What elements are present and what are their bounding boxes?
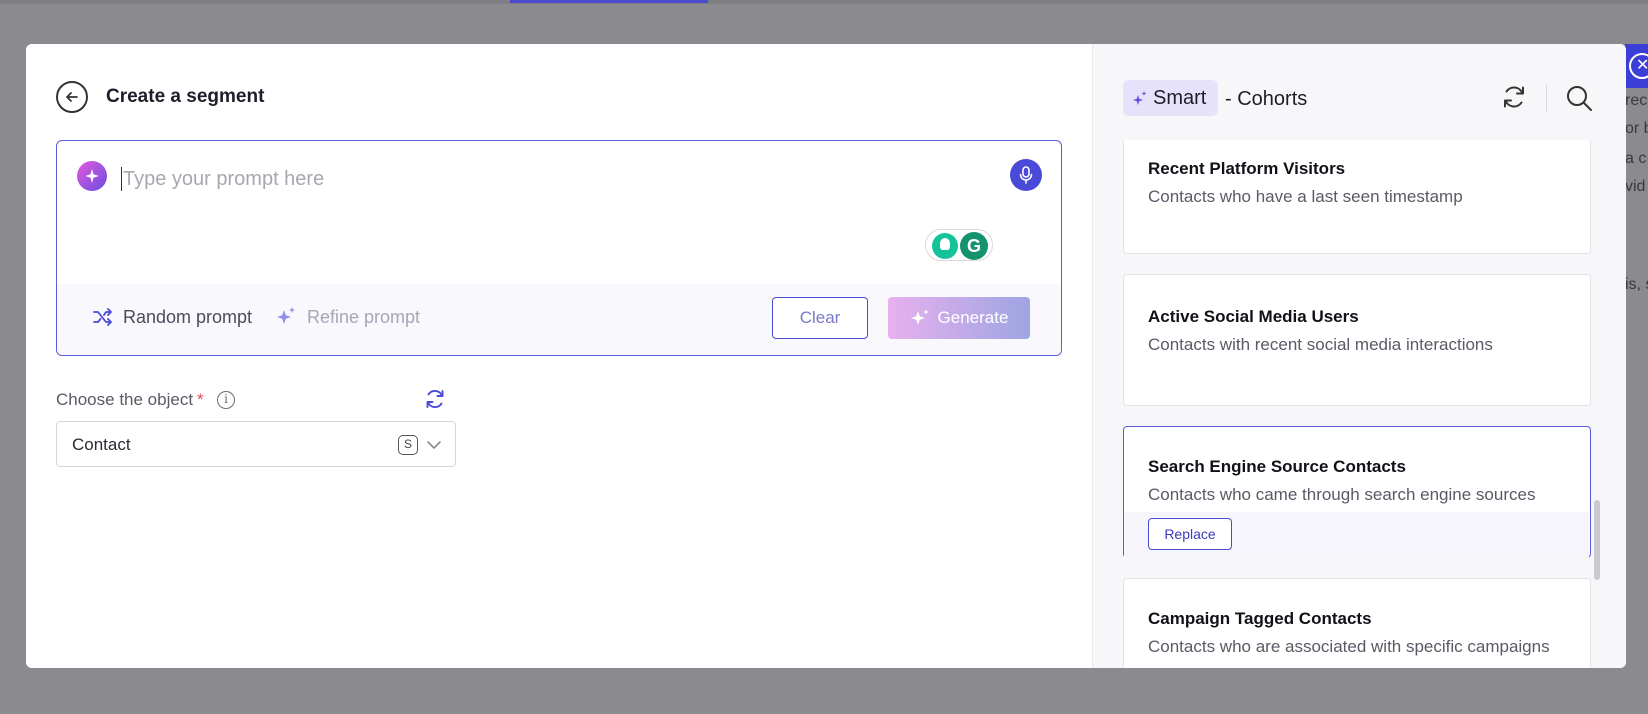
sparkles-icon: [277, 307, 295, 324]
random-prompt-button[interactable]: Random prompt: [93, 302, 252, 332]
backdrop-text-3: a c: [1625, 150, 1647, 167]
cohort-title: Campaign Tagged Contacts: [1148, 609, 1372, 628]
required-marker: *: [197, 390, 204, 409]
refine-prompt-button[interactable]: Refine prompt: [275, 302, 420, 332]
cohort-title: Search Engine Source Contacts: [1148, 457, 1406, 476]
create-segment-modal: Create a segment G: [26, 44, 1626, 668]
smart-label: Smart: [1153, 86, 1207, 109]
chevron-down-icon: [427, 441, 441, 449]
replace-button[interactable]: Replace: [1148, 518, 1232, 550]
refresh-icon[interactable]: [1501, 84, 1527, 110]
text-caret: [121, 167, 122, 191]
cohort-title: Recent Platform Visitors: [1148, 159, 1346, 178]
backdrop-close-button[interactable]: ✕: [1625, 44, 1648, 88]
generate-label: Generate: [937, 308, 1009, 327]
cohorts-panel: Smart - Cohorts Recent Platform Visitors…: [1092, 44, 1626, 668]
backdrop-text-1: reco: [1625, 92, 1648, 109]
arrow-left-icon: [66, 92, 78, 102]
header-divider: [1546, 84, 1547, 112]
sparkles-icon: [910, 309, 929, 325]
page-title: Create a segment: [106, 86, 265, 107]
shuffle-icon: [93, 308, 112, 326]
cohort-description: Contacts who are associated with specifi…: [1148, 637, 1550, 656]
back-button[interactable]: [56, 81, 88, 113]
object-select-value: Contact: [72, 435, 131, 454]
cohort-card[interactable]: Recent Platform Visitors Contacts who ha…: [1123, 140, 1591, 254]
grammarly-icon[interactable]: G: [960, 232, 988, 260]
object-select[interactable]: Contact S: [56, 421, 456, 467]
cohort-title: Active Social Media Users: [1148, 307, 1359, 326]
search-icon[interactable]: [1565, 84, 1593, 112]
microphone-button[interactable]: [1010, 159, 1042, 191]
random-prompt-label: Random prompt: [123, 306, 253, 327]
backdrop-tab-indicator: [510, 0, 708, 3]
backdrop-text-2: or b: [1625, 120, 1648, 137]
cohort-card[interactable]: Active Social Media Users Contacts with …: [1123, 274, 1591, 406]
prompt-actions-bar: Random prompt Refine prompt Clear Genera: [57, 284, 1061, 355]
backdrop-text-5: is, s: [1625, 276, 1648, 293]
refresh-object-icon[interactable]: [424, 388, 446, 410]
cohort-description: Contacts who have a last seen timestamp: [1148, 187, 1463, 206]
info-icon[interactable]: i: [217, 391, 235, 409]
sparkles-icon: [1133, 91, 1147, 105]
microphone-icon: [1019, 166, 1033, 184]
smart-badge: Smart: [1123, 80, 1219, 116]
object-field-label: Choose the object *: [56, 390, 204, 410]
generate-button[interactable]: Generate: [888, 297, 1030, 339]
backdrop-header: [0, 0, 1648, 4]
cohort-description: Contacts who came through search engine …: [1148, 485, 1536, 504]
cohort-description: Contacts with recent social media intera…: [1148, 335, 1493, 354]
prompt-box: G Random prompt Refine prompt Clear: [56, 140, 1062, 356]
refine-prompt-label: Refine prompt: [307, 306, 421, 327]
object-type-badge: S: [398, 435, 418, 455]
scrollbar[interactable]: [1594, 500, 1600, 580]
segment-builder-panel: Create a segment G: [26, 44, 1092, 668]
cohort-card-selected[interactable]: Search Engine Source Contacts Contacts w…: [1123, 426, 1591, 558]
prompt-input[interactable]: [123, 163, 943, 195]
cohort-card[interactable]: Campaign Tagged Contacts Contacts who ar…: [1123, 578, 1591, 668]
backdrop-page-text: reco or b a c vid is, s: [1625, 44, 1648, 670]
ai-sparkle-icon: [77, 161, 107, 191]
lightbulb-icon[interactable]: [932, 233, 958, 259]
clear-button[interactable]: Clear: [772, 297, 868, 339]
cohort-list: Recent Platform Visitors Contacts who ha…: [1123, 140, 1591, 668]
backdrop-text-4: vid: [1625, 178, 1646, 195]
grammarly-widget[interactable]: G: [925, 229, 993, 261]
cohorts-header: Smart - Cohorts: [1093, 44, 1626, 140]
object-label-text: Choose the object: [56, 390, 194, 409]
cohorts-title: - Cohorts: [1225, 88, 1308, 110]
